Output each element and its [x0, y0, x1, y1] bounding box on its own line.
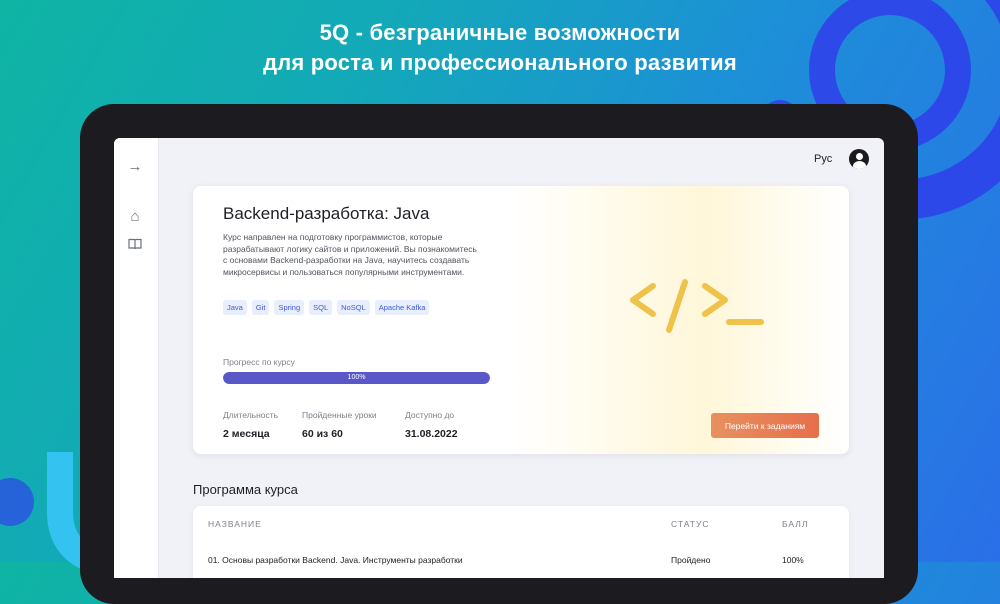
home-icon[interactable]: ⌂	[126, 208, 144, 226]
tag: Apache Kafka	[374, 300, 430, 315]
book-icon[interactable]	[126, 237, 144, 255]
tag: SQL	[309, 300, 333, 315]
progress-value: 100%	[347, 374, 366, 381]
tag: Java	[223, 300, 247, 315]
promo-line-1: 5Q - безграничные возможности	[319, 20, 681, 45]
course-card: Backend-разработка: Java Курс направлен …	[193, 186, 849, 454]
stat-duration: Длительность 2 месяца	[223, 410, 278, 440]
progress-bar: 100%	[223, 372, 490, 384]
column-header-name[interactable]: НАЗВАНИЕ	[208, 519, 262, 529]
stat-lessons: Пройденные уроки 60 из 60	[302, 410, 377, 440]
tag: Spring	[274, 300, 305, 315]
program-table: НАЗВАНИЕ СТАТУС БАЛЛ 01. Основы разработ…	[193, 506, 849, 578]
user-icon[interactable]	[849, 149, 869, 169]
stat-value: 60 из 60	[302, 428, 343, 440]
arrow-right-icon[interactable]: →	[126, 158, 144, 176]
tag-list: Java Git Spring SQL NoSQL Apache Kafka	[223, 300, 430, 315]
stat-value: 31.08.2022	[405, 428, 458, 440]
app-screen: → ⌂ Рус Backend-разработка: Java Курс на…	[114, 138, 884, 578]
row-score: 100%	[782, 555, 804, 565]
tag: NoSQL	[337, 300, 370, 315]
row-name: 01. Основы разработки Backend. Java. Инс…	[208, 555, 463, 565]
column-header-status[interactable]: СТАТУС	[671, 519, 710, 529]
column-header-score[interactable]: БАЛЛ	[782, 519, 808, 529]
promo-line-2: для роста и профессионального развития	[263, 50, 737, 75]
tag: Git	[251, 300, 270, 315]
program-title: Программа курса	[193, 482, 298, 497]
stat-label: Доступно до	[405, 410, 455, 420]
course-description: Курс направлен на подготовку программист…	[223, 232, 477, 277]
promo-headline: 5Q - безграничные возможности для роста …	[0, 18, 1000, 78]
progress-label: Прогресс по курсу	[223, 357, 295, 367]
sidebar: → ⌂	[114, 138, 159, 578]
code-brackets-icon	[630, 279, 764, 333]
course-title: Backend-разработка: Java	[223, 204, 430, 223]
stat-label: Длительность	[223, 410, 279, 420]
stat-available-until: Доступно до 31.08.2022	[405, 410, 458, 440]
stat-label: Пройденные уроки	[302, 410, 377, 420]
go-to-tasks-button[interactable]: Перейти к заданиям	[711, 413, 819, 438]
row-status: Пройдено	[671, 555, 711, 565]
language-switcher[interactable]: Рус	[814, 153, 832, 165]
stat-value: 2 месяца	[223, 428, 270, 440]
